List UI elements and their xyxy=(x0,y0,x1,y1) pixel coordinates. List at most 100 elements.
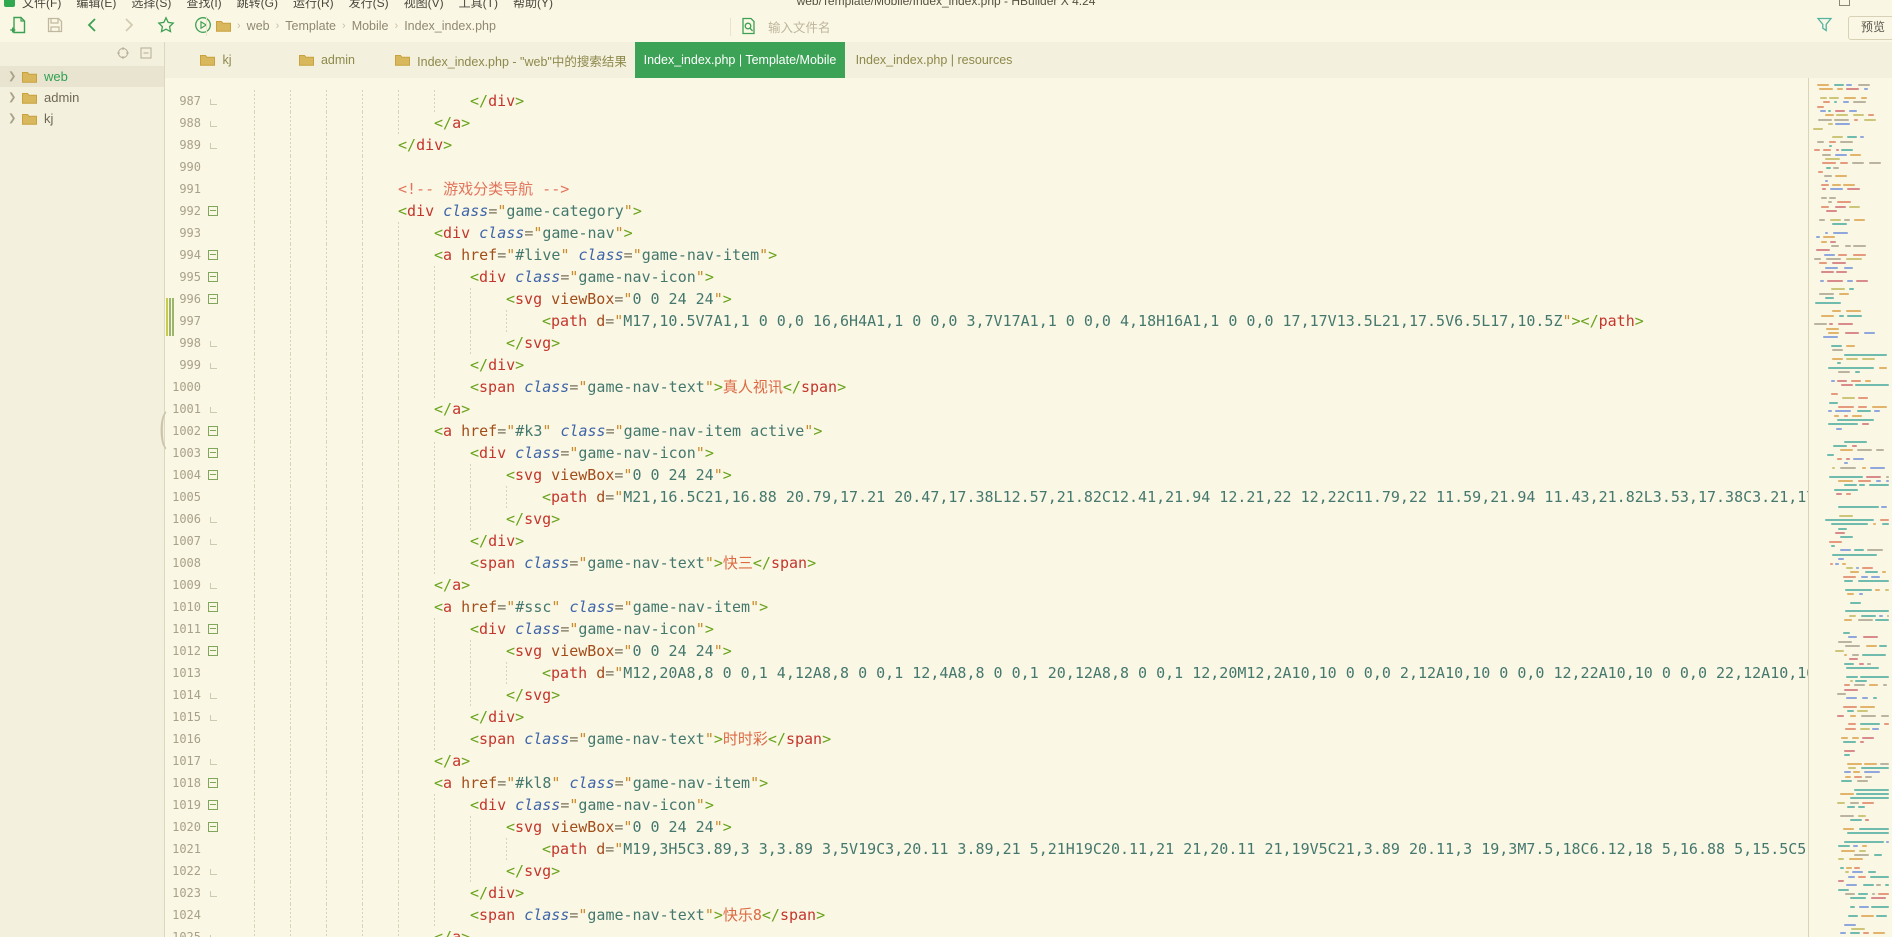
run-button[interactable] xyxy=(193,14,213,36)
window-restore-icon[interactable] xyxy=(1839,0,1850,6)
menu-item-6[interactable]: 发行(S) xyxy=(349,0,389,10)
code-line: 995<div class="game-nav-icon"> xyxy=(165,266,1808,288)
menu-item-8[interactable]: 工具(T) xyxy=(459,0,498,10)
minimap-row xyxy=(1809,889,1892,891)
breadcrumb-item-1[interactable]: Template xyxy=(285,19,336,33)
minimap-row xyxy=(1809,880,1892,882)
tab-0[interactable]: kj xyxy=(165,42,267,78)
minimap-row xyxy=(1809,854,1892,856)
code-editor[interactable]: 987</div>988</a>989</div>990991<!-- 游戏分类… xyxy=(165,78,1808,937)
minimap-row xyxy=(1809,750,1892,752)
indent-guide xyxy=(254,156,255,178)
minimap-row xyxy=(1809,206,1892,208)
menu-item-7[interactable]: 视图(V) xyxy=(404,0,444,10)
minimap-row xyxy=(1809,380,1892,382)
breadcrumb-item-0[interactable]: web xyxy=(247,19,270,33)
menu-item-2[interactable]: 选择(S) xyxy=(131,0,171,10)
menu-item-4[interactable]: 跳转(G) xyxy=(237,0,278,10)
chevron-right-icon[interactable]: ❯ xyxy=(8,71,18,82)
tab-3[interactable]: Index_index.php | Template/Mobile xyxy=(635,42,845,78)
code-line: 1017</a> xyxy=(165,750,1808,772)
breadcrumb-item-3[interactable]: Index_index.php xyxy=(404,19,496,33)
file-search-input[interactable]: 输入文件名 xyxy=(740,14,831,38)
sidebar-item-web[interactable]: ❯web xyxy=(0,66,164,87)
filter-button[interactable] xyxy=(1816,16,1833,34)
sidebar-item-admin[interactable]: ❯admin xyxy=(0,87,164,108)
minimap-row xyxy=(1809,549,1892,551)
menu-item-5[interactable]: 运行(R) xyxy=(293,0,334,10)
collapse-all-button[interactable] xyxy=(140,47,152,59)
code-line: 999</div> xyxy=(165,354,1808,376)
minimap-row xyxy=(1809,402,1892,404)
code-line: 1010<a href="#ssc" class="game-nav-item"… xyxy=(165,596,1808,618)
minimap-row xyxy=(1809,158,1892,160)
navigate-back-button[interactable] xyxy=(82,14,102,36)
window-title: web/Template/Mobile/Index_index.php - HB… xyxy=(797,0,1096,8)
indent-guide xyxy=(290,156,291,178)
minimap-row xyxy=(1809,928,1892,930)
app-icon xyxy=(4,0,15,7)
minimap-row xyxy=(1809,288,1892,290)
code-line: 1006</svg> xyxy=(165,508,1808,530)
preview-button[interactable]: 预览 xyxy=(1848,16,1892,40)
minimap-row xyxy=(1809,506,1892,508)
tab-1[interactable]: admin xyxy=(267,42,387,78)
minimap-row xyxy=(1809,88,1892,90)
tab-label: admin xyxy=(321,53,355,67)
star-icon xyxy=(157,16,175,34)
minimap-row xyxy=(1809,571,1892,573)
code-line: 1016<span class="game-nav-text">时时彩</spa… xyxy=(165,728,1808,750)
minimap-row xyxy=(1809,828,1892,830)
menu-item-0[interactable]: 文件(F) xyxy=(22,0,61,10)
minimap-row xyxy=(1809,728,1892,730)
minimap-row xyxy=(1809,476,1892,478)
minimap-row xyxy=(1809,258,1892,260)
chevron-right-icon[interactable]: ❯ xyxy=(8,92,18,103)
minimap-row xyxy=(1809,480,1892,482)
minimap-row xyxy=(1809,776,1892,778)
menu-item-9[interactable]: 帮助(Y) xyxy=(513,0,553,10)
tab-4[interactable]: Index_index.php | resources xyxy=(845,42,1023,78)
favorite-button[interactable] xyxy=(156,14,176,36)
code-line: 1025</a> xyxy=(165,926,1808,937)
locate-file-button[interactable] xyxy=(117,47,129,59)
chevron-right-icon[interactable]: ❯ xyxy=(8,113,18,124)
code-line: 988</a> xyxy=(165,112,1808,134)
minimap-row xyxy=(1809,645,1892,647)
code-line: 1021<path d="M19,3H5C3.89,3 3,3.89 3,5V1… xyxy=(165,838,1808,860)
tab-2[interactable]: Index_index.php - "web"中的搜索结果 xyxy=(387,42,635,78)
minimap-row xyxy=(1809,815,1892,817)
minimap-row xyxy=(1809,780,1892,782)
minimap-row xyxy=(1809,563,1892,565)
menu-item-3[interactable]: 查找(I) xyxy=(186,0,221,10)
minimap[interactable] xyxy=(1808,78,1892,937)
breadcrumb-separator: › xyxy=(342,20,346,32)
chevron-left-icon xyxy=(85,17,99,33)
breadcrumb-item-2[interactable]: Mobile xyxy=(352,19,389,33)
minimap-row xyxy=(1809,610,1892,612)
minimap-row xyxy=(1809,793,1892,795)
tab-folder-icon xyxy=(299,54,314,66)
titlebar: 文件(F) 编辑(E) 选择(S) 查找(I) 跳转(G) 运行(R) 发行(S) 视图(V)… xyxy=(0,0,1892,10)
navigate-forward-button[interactable] xyxy=(119,14,139,36)
code-line: 1004<svg viewBox="0 0 24 24"> xyxy=(165,464,1808,486)
minimap-row xyxy=(1809,519,1892,521)
sidebar-item-label: kj xyxy=(44,111,53,126)
new-file-button[interactable] xyxy=(8,14,28,36)
minimap-row xyxy=(1809,680,1892,682)
sidebar-item-kj[interactable]: ❯ kj xyxy=(0,108,164,129)
line-number: 990 xyxy=(165,156,201,178)
code-line: 1008<span class="game-nav-text">快三</span… xyxy=(165,552,1808,574)
minimap-row xyxy=(1809,184,1892,186)
minimap-row xyxy=(1809,871,1892,873)
minimap-row xyxy=(1809,415,1892,417)
project-explorer: ❯web❯admin❯kj xyxy=(0,42,165,937)
minimap-row xyxy=(1809,154,1892,156)
save-button[interactable] xyxy=(45,14,65,36)
folder-icon xyxy=(22,113,37,125)
minimap-row xyxy=(1809,84,1892,86)
minimap-row xyxy=(1809,345,1892,347)
gutter-fold-arc: ( xyxy=(159,404,168,453)
menu-item-1[interactable]: 编辑(E) xyxy=(76,0,116,10)
minimap-row xyxy=(1809,536,1892,538)
